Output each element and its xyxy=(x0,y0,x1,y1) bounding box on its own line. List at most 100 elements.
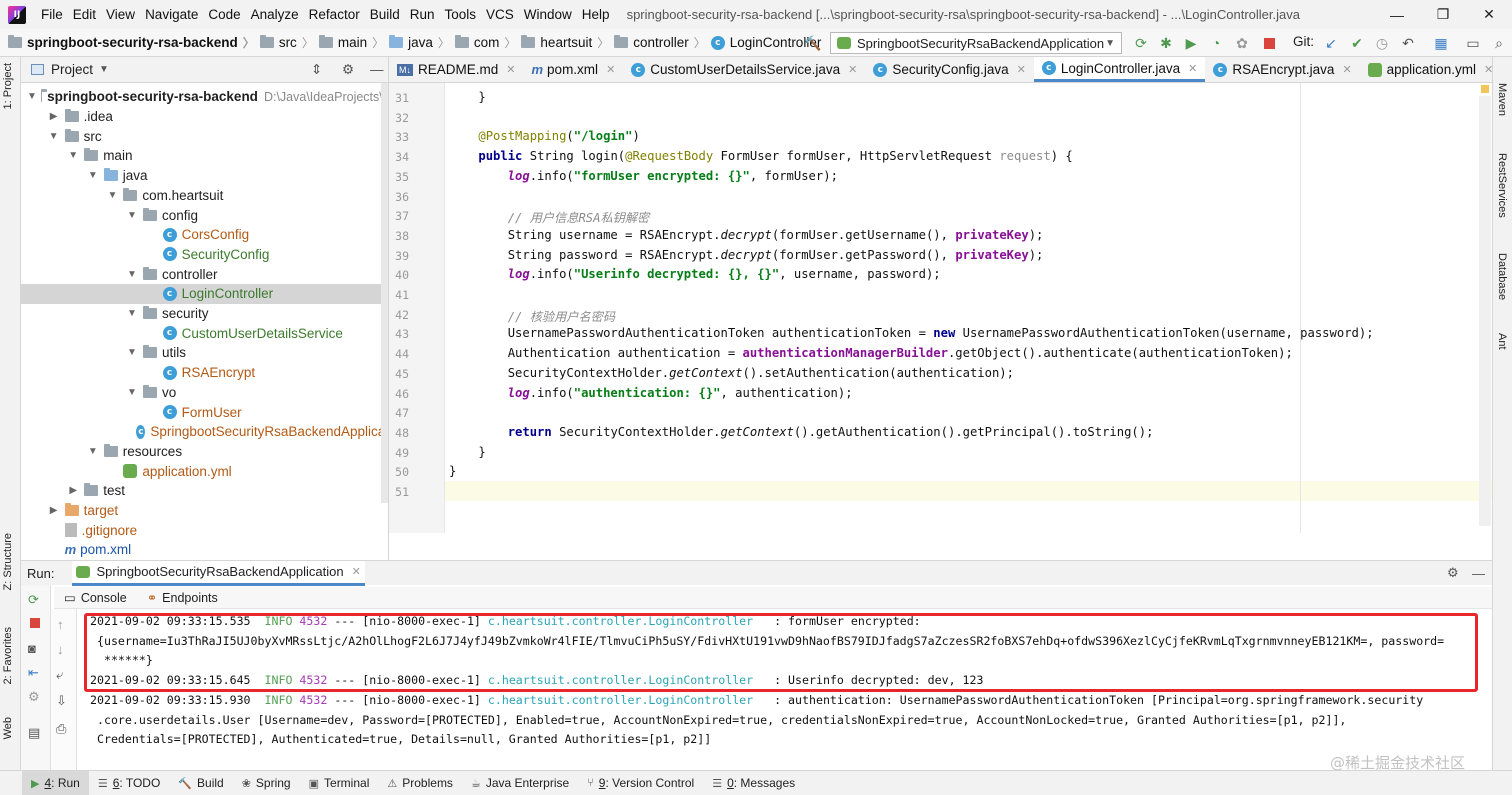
code-line[interactable]: String username = RSAEncrypt.decrypt(for… xyxy=(449,228,1044,242)
arrow-up-icon[interactable]: ↑ xyxy=(57,617,64,632)
profile-icon[interactable]: ◔ xyxy=(1207,34,1225,52)
code-line[interactable]: Authentication authentication = authenti… xyxy=(449,346,1293,360)
code-line[interactable]: @PostMapping("/login") xyxy=(449,129,639,143)
coverage-icon[interactable]: ▶ xyxy=(1182,34,1200,52)
rest-services-tool-tab[interactable]: RestServices xyxy=(1496,153,1508,218)
code-line[interactable]: return SecurityContextHolder.getContext(… xyxy=(449,425,1154,439)
menu-build[interactable]: Build xyxy=(365,0,405,29)
presentation-icon[interactable]: ▭ xyxy=(1464,34,1482,52)
bottom-tab-java-enterprise[interactable]: ☕ Java Enterprise xyxy=(462,771,578,795)
code-line[interactable]: // 核验用户名密码 xyxy=(449,307,615,325)
git-commit-icon[interactable]: ✔ xyxy=(1348,34,1366,52)
expand-arrow-icon[interactable]: ▼ xyxy=(125,210,139,221)
database-tool-tab[interactable]: Database xyxy=(1496,253,1508,300)
collapse-arrow-icon[interactable]: ▶ xyxy=(47,505,61,516)
expand-arrow-icon[interactable]: ▼ xyxy=(125,387,139,398)
project-structure-icon[interactable]: ▦ xyxy=(1432,34,1450,52)
maven-tool-tab[interactable]: Maven xyxy=(1496,83,1508,116)
editor-tab[interactable]: c SecurityConfig.java ✕ xyxy=(865,57,1034,82)
editor-tab[interactable]: application.yml ✕ xyxy=(1360,57,1492,82)
close-tab-icon[interactable]: ✕ xyxy=(1017,63,1026,76)
close-icon[interactable]: ✕ xyxy=(1466,0,1512,29)
project-tool-tab[interactable]: 1: Project xyxy=(2,63,14,109)
gear-icon[interactable]: ⚙ xyxy=(1447,565,1459,581)
bottom-tab-terminal[interactable]: ▣ Terminal xyxy=(300,771,379,795)
menu-vcs[interactable]: VCS xyxy=(481,0,519,29)
hide-panel-icon[interactable]: — xyxy=(1472,566,1485,581)
print-icon[interactable]: ⎙ xyxy=(56,721,66,737)
code-line[interactable]: UsernamePasswordAuthenticationToken auth… xyxy=(449,326,1374,340)
close-tab-icon[interactable]: ✕ xyxy=(606,63,615,76)
tree-item[interactable]: c CustomUserDetailsService xyxy=(21,323,388,343)
breadcrumb-item[interactable]: java 〉 xyxy=(389,34,455,51)
maximize-icon[interactable]: ❐ xyxy=(1420,0,1466,29)
project-tree-scrollbar[interactable] xyxy=(381,83,388,503)
code-line[interactable]: public String login(@RequestBody FormUse… xyxy=(449,149,1072,163)
close-tab-icon[interactable]: ✕ xyxy=(1342,63,1351,76)
menu-tools[interactable]: Tools xyxy=(440,0,482,29)
run-subtab-console[interactable]: ▭ Console xyxy=(54,590,137,606)
code-line[interactable]: SecurityContextHolder.getContext().setAu… xyxy=(449,366,1014,380)
run-tab[interactable]: SpringbootSecurityRsaBackendApplication … xyxy=(72,560,365,586)
menu-navigate[interactable]: Navigate xyxy=(140,0,203,29)
tree-item[interactable]: ▶ .idea xyxy=(21,107,388,127)
close-tab-icon[interactable]: ✕ xyxy=(1188,62,1197,75)
bottom-tab-spring[interactable]: ❀ Spring xyxy=(233,771,300,795)
web-tool-tab[interactable]: Web xyxy=(2,717,14,739)
expand-arrow-icon[interactable]: ▼ xyxy=(27,91,37,102)
close-tab-icon[interactable]: ✕ xyxy=(1484,63,1492,76)
code-editor[interactable]: 31 32 33 34 35 36 37 38 39 40 41 42 43 44 45 46 47 48 49 50… xyxy=(389,83,1492,533)
warning-marker-icon[interactable] xyxy=(1481,85,1489,93)
minimize-icon[interactable]: — xyxy=(1374,0,1420,29)
tree-item[interactable]: ▼ resources xyxy=(21,442,388,462)
run-subtab-endpoints[interactable]: ⚭ Endpoints xyxy=(137,590,228,606)
tree-item[interactable]: c SecurityConfig xyxy=(21,245,388,265)
menu-view[interactable]: View xyxy=(101,0,140,29)
tree-item[interactable]: ▼ com.heartsuit xyxy=(21,186,388,206)
breadcrumb-item[interactable]: main 〉 xyxy=(318,34,389,51)
editor-tab[interactable]: c CustomUserDetailsService.java ✕ xyxy=(623,57,865,82)
tree-item[interactable]: c SpringbootSecurityRsaBackendApplicat xyxy=(21,422,388,442)
rerun-icon[interactable]: ⟳ xyxy=(1132,34,1150,52)
tree-item[interactable]: ▼ src xyxy=(21,126,388,146)
close-tab-icon[interactable]: ✕ xyxy=(848,63,857,76)
editor-tab[interactable]: m pom.xml ✕ xyxy=(523,57,623,82)
breadcrumb-item[interactable]: com 〉 xyxy=(454,34,522,51)
tree-item[interactable]: c FormUser xyxy=(21,402,388,422)
run-configuration-select[interactable]: SpringbootSecurityRsaBackendApplication … xyxy=(830,32,1122,54)
tree-item[interactable]: ▶ test xyxy=(21,481,388,501)
scroll-to-end-icon[interactable]: ⇩ xyxy=(56,693,67,709)
search-everywhere-icon[interactable]: ⌕ xyxy=(1490,34,1508,52)
code-line[interactable]: } xyxy=(449,464,456,478)
tree-item[interactable]: m pom.xml xyxy=(21,540,388,560)
bottom-tab-run[interactable]: ▶ 4: Run xyxy=(22,770,89,795)
expand-arrow-icon[interactable]: ▼ xyxy=(125,308,139,319)
tree-item[interactable]: c RSAEncrypt xyxy=(21,363,388,383)
settings-icon[interactable]: ⚙ xyxy=(28,689,40,705)
breadcrumb-item[interactable]: src 〉 xyxy=(259,34,319,51)
menu-file[interactable]: File xyxy=(36,0,68,29)
code-line[interactable]: log.info("formUser encrypted: {}", formU… xyxy=(449,169,838,183)
close-tab-icon[interactable]: ✕ xyxy=(352,565,361,578)
menu-code[interactable]: Code xyxy=(203,0,245,29)
stop-all-icon[interactable]: ✿ xyxy=(1233,34,1251,52)
chevron-down-icon[interactable]: ▼ xyxy=(99,64,109,75)
hide-panel-icon[interactable]: — xyxy=(370,62,384,77)
debug-icon[interactable]: ✱ xyxy=(1157,34,1175,52)
expand-arrow-icon[interactable]: ▼ xyxy=(86,446,100,457)
editor-tab[interactable]: M↓ README.md ✕ xyxy=(389,57,523,82)
bottom-tab-messages[interactable]: ☰ 0: Messages xyxy=(703,771,804,795)
expand-arrow-icon[interactable]: ▼ xyxy=(105,190,119,201)
git-update-icon[interactable]: ↙ xyxy=(1322,34,1340,52)
tree-item[interactable]: ▼ springboot-security-rsa-backend D:\Java\… xyxy=(21,87,388,107)
bottom-tab-version-control[interactable]: ⑂ 9: Version Control xyxy=(578,771,703,795)
breadcrumb-item[interactable]: springboot-security-rsa-backend 〉 xyxy=(8,34,260,51)
close-tab-icon[interactable]: ✕ xyxy=(506,63,515,76)
tree-item[interactable]: ▼ utils xyxy=(21,343,388,363)
expand-arrow-icon[interactable]: ▼ xyxy=(86,170,100,181)
expand-arrow-icon[interactable]: ▼ xyxy=(125,347,139,358)
rerun-icon[interactable]: ⟳ xyxy=(28,592,39,608)
code-line[interactable]: log.info("authentication: {}", authentic… xyxy=(449,386,853,400)
tree-item[interactable]: ▼ controller xyxy=(21,264,388,284)
tree-item[interactable]: ▶ target xyxy=(21,501,388,521)
